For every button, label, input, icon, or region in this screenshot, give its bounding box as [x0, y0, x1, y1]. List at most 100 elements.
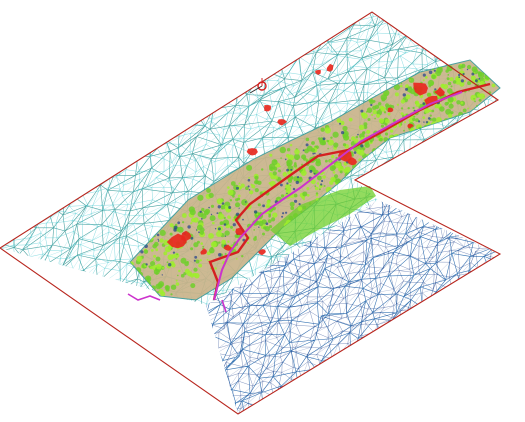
vegetation-patch	[324, 127, 331, 134]
vegetation-patch	[429, 126, 436, 133]
vegetation-patch	[237, 197, 241, 201]
water-detail	[232, 223, 236, 227]
water-detail	[295, 180, 299, 185]
water-detail	[320, 183, 323, 186]
vegetation-patch	[446, 77, 450, 81]
vegetation-patch	[125, 255, 129, 259]
vegetation-patch	[282, 172, 288, 177]
vegetation-patch	[267, 219, 272, 224]
vegetation-patch	[474, 100, 476, 103]
vegetation-patch	[170, 293, 173, 296]
water-detail	[422, 102, 426, 105]
vegetation-patch	[509, 94, 512, 97]
vegetation-patch	[418, 148, 423, 152]
terrain-mesh-canvas[interactable]	[0, 0, 525, 422]
water-detail	[460, 79, 464, 83]
water-detail	[296, 176, 300, 179]
water-detail	[285, 211, 288, 214]
vegetation-patch	[144, 230, 151, 237]
vegetation-patch	[158, 223, 162, 227]
vegetation-patch	[362, 131, 366, 134]
water-detail	[434, 88, 437, 91]
vegetation-patch	[374, 104, 380, 110]
vegetation-patch	[254, 188, 259, 193]
vegetation-patch	[271, 217, 276, 222]
vegetation-patch	[508, 95, 511, 98]
vegetation-patch	[380, 124, 384, 128]
vegetation-patch	[163, 251, 168, 256]
vegetation-patch	[232, 228, 235, 231]
vegetation-patch	[494, 65, 498, 69]
water-detail	[433, 69, 436, 72]
vegetation-patch	[217, 213, 225, 220]
vegetation-patch	[199, 230, 204, 235]
vegetation-patch	[230, 225, 233, 229]
vegetation-patch	[422, 116, 426, 119]
vegetation-patch	[156, 263, 162, 270]
vegetation-patch	[387, 149, 391, 153]
vegetation-patch	[162, 266, 165, 269]
vegetation-patch	[329, 160, 332, 163]
vegetation-patch	[339, 170, 343, 174]
water-detail	[247, 178, 251, 182]
vegetation-patch	[120, 284, 122, 286]
vegetation-patch	[289, 201, 295, 207]
vegetation-patch	[169, 223, 174, 228]
vegetation-patch	[256, 213, 259, 216]
vegetation-patch	[258, 220, 264, 227]
water-detail	[362, 161, 365, 164]
vegetation-patch	[130, 265, 131, 269]
vegetation-patch	[447, 81, 452, 86]
vegetation-patch	[327, 147, 329, 150]
vegetation-patch	[182, 221, 185, 224]
water-detail	[172, 251, 175, 254]
vegetation-patch	[286, 153, 290, 158]
vegetation-patch	[450, 85, 453, 88]
vegetation-patch	[365, 111, 368, 113]
vegetation-patch	[268, 182, 272, 185]
vegetation-patch	[209, 247, 215, 254]
vegetation-patch	[257, 203, 261, 207]
vegetation-patch	[492, 104, 494, 106]
vegetation-patch	[210, 241, 217, 248]
vegetation-patch	[232, 218, 236, 222]
water-detail	[477, 63, 480, 65]
vegetation-patch	[150, 289, 158, 296]
vegetation-patch	[224, 230, 230, 236]
vegetation-patch	[393, 162, 396, 165]
vegetation-patch	[136, 255, 143, 262]
vegetation-patch	[367, 118, 371, 121]
vegetation-patch	[467, 48, 472, 53]
vegetation-patch	[227, 189, 234, 196]
vegetation-patch	[401, 107, 404, 110]
water-detail	[313, 172, 316, 175]
vegetation-patch	[212, 221, 215, 225]
vegetation-patch	[383, 89, 390, 97]
water-detail	[478, 77, 481, 80]
vegetation-patch	[153, 254, 157, 258]
vegetation-patch	[478, 61, 483, 67]
vegetation-patch	[191, 217, 196, 223]
water-detail	[483, 64, 486, 67]
vegetation-patch	[471, 66, 478, 73]
water-detail	[341, 131, 345, 135]
vegetation-patch	[269, 153, 273, 157]
vegetation-patch	[302, 205, 307, 210]
vegetation-patch	[360, 112, 366, 117]
3d-viewport[interactable]	[0, 0, 525, 422]
vegetation-patch	[288, 215, 294, 221]
water-detail	[218, 253, 222, 257]
vegetation-patch	[481, 44, 486, 49]
vegetation-patch	[333, 142, 339, 148]
vegetation-patch	[483, 33, 487, 37]
water-detail	[418, 120, 421, 123]
vegetation-patch	[315, 186, 319, 191]
vegetation-patch	[444, 101, 449, 106]
vegetation-patch	[286, 148, 291, 152]
vegetation-patch	[224, 253, 227, 255]
water-detail	[208, 206, 210, 209]
vegetation-patch	[177, 274, 179, 277]
vegetation-patch	[331, 155, 335, 159]
water-detail	[458, 76, 461, 78]
vegetation-patch	[322, 171, 325, 174]
